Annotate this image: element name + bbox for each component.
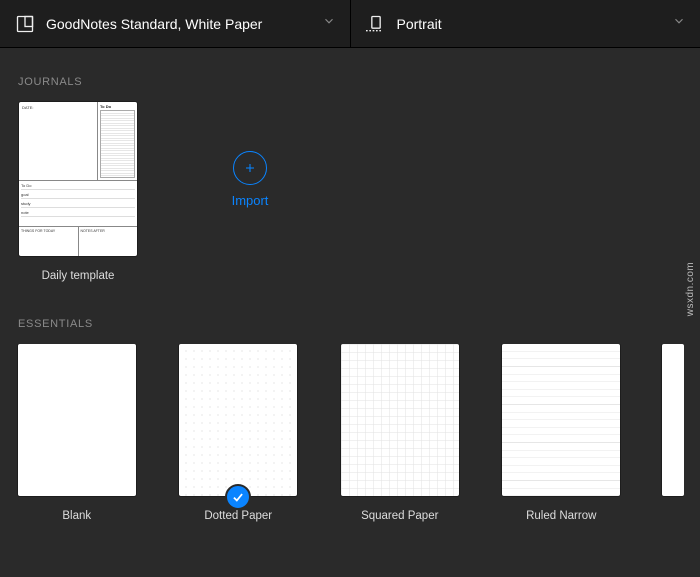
template-ruled-narrow[interactable]: Ruled Narrow xyxy=(501,344,623,522)
template-label: Ruled Narrow xyxy=(526,510,596,522)
template-thumbnail xyxy=(341,344,459,496)
template-thumbnail xyxy=(18,344,136,496)
template-label: Daily template xyxy=(42,270,115,282)
section-title-journals: JOURNALS xyxy=(18,76,684,88)
template-dotted-paper[interactable]: Dotted Paper xyxy=(178,344,300,522)
selected-check-icon xyxy=(225,484,251,510)
template-label: Squared Paper xyxy=(361,510,438,522)
template-thumbnail xyxy=(502,344,620,496)
chevron-down-icon xyxy=(672,14,686,33)
watermark: wsxdn.com xyxy=(685,261,696,316)
import-label: Import xyxy=(232,193,269,208)
essentials-row: Blank Dotted Paper Squared Paper Ruled N… xyxy=(16,344,684,522)
template-daily[interactable]: DATE: To Do To Dogoalstudynote THINGS FO… xyxy=(16,102,140,282)
template-thumbnail xyxy=(179,344,297,496)
paper-template-icon xyxy=(14,13,36,35)
template-thumbnail xyxy=(662,344,684,496)
import-button[interactable]: Import xyxy=(210,102,290,256)
plus-circle-icon xyxy=(233,151,267,185)
paper-type-label: GoodNotes Standard, White Paper xyxy=(46,16,322,32)
template-partial-next[interactable] xyxy=(662,344,684,522)
orientation-label: Portrait xyxy=(397,16,673,32)
paper-type-dropdown[interactable]: GoodNotes Standard, White Paper xyxy=(0,0,351,47)
template-label: Blank xyxy=(62,510,91,522)
template-thumbnail: DATE: To Do To Dogoalstudynote THINGS FO… xyxy=(19,102,137,256)
content-area: JOURNALS DATE: To Do To Dogoalstudynote … xyxy=(0,48,700,522)
template-squared-paper[interactable]: Squared Paper xyxy=(339,344,461,522)
orientation-portrait-icon xyxy=(365,13,387,35)
header-bar: GoodNotes Standard, White Paper Portrait xyxy=(0,0,700,48)
section-title-essentials: ESSENTIALS xyxy=(18,318,684,330)
template-label: Dotted Paper xyxy=(204,510,272,522)
chevron-down-icon xyxy=(322,14,336,33)
orientation-dropdown[interactable]: Portrait xyxy=(351,0,700,47)
template-blank[interactable]: Blank xyxy=(16,344,138,522)
journals-row: DATE: To Do To Dogoalstudynote THINGS FO… xyxy=(16,102,684,282)
